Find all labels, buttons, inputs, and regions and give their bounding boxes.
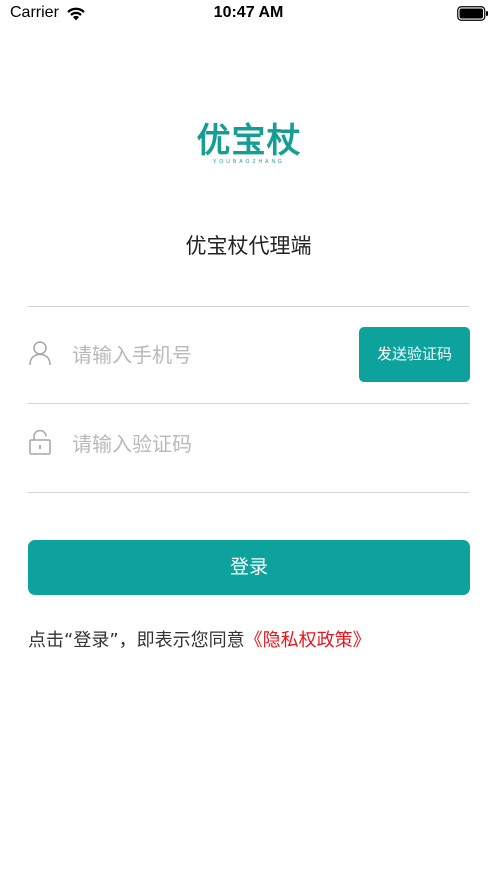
user-icon (28, 340, 52, 370)
verification-code-input[interactable] (72, 426, 342, 462)
divider-bottom (28, 492, 469, 493)
divider-top (28, 306, 469, 307)
lock-icon (28, 429, 52, 459)
agreement-prefix: 点击“登录”，即表示您同意 (28, 630, 245, 651)
page-title: 优宝杖代理端 (185, 234, 312, 258)
battery-icon (457, 6, 489, 25)
send-code-button[interactable]: 发送验证码 (359, 327, 470, 382)
app-logo: 优宝杖 YOUBAOZHANG (190, 122, 308, 168)
login-screen: Carrier 10:47 AM 优宝杖 YOUBAOZHANG 优宝杖代理端 (0, 0, 497, 883)
logo-subtext: YOUBAOZHANG (213, 159, 285, 165)
status-time: 10:47 AM (213, 4, 284, 21)
agreement-text: 点击“登录”，即表示您同意《隐私权政策》 (28, 626, 371, 652)
logo-text: 优宝杖 (196, 121, 302, 161)
privacy-policy-link[interactable]: 《隐私权政策》 (245, 630, 371, 651)
divider-middle (28, 403, 469, 404)
status-bar: Carrier 10:47 AM (0, 0, 497, 28)
login-button[interactable]: 登录 (28, 540, 470, 595)
phone-input[interactable] (72, 337, 342, 373)
